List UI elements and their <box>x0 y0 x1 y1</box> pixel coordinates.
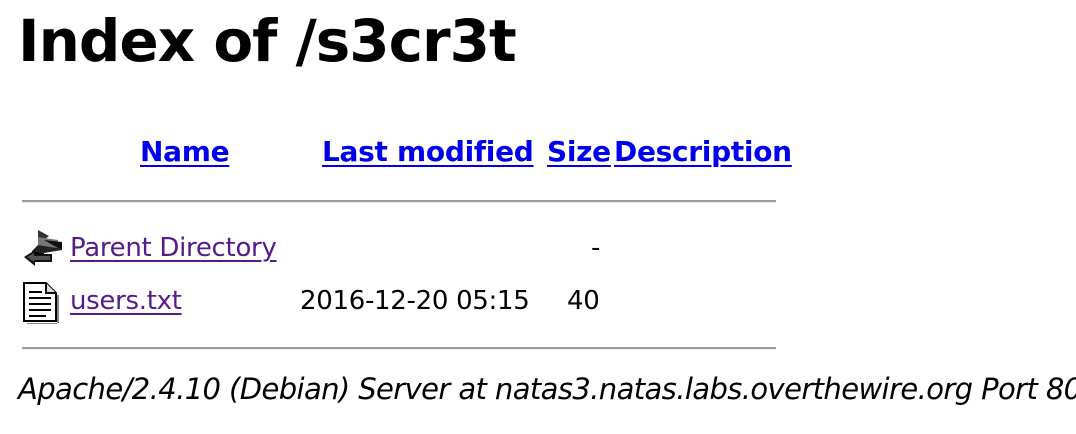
sort-by-description-link[interactable]: Description <box>614 134 792 170</box>
file-size: - <box>591 233 601 263</box>
sort-by-size-link[interactable]: Size <box>547 134 611 170</box>
server-signature: Apache/2.4.10 (Debian) Server at natas3.… <box>18 372 1076 406</box>
footer-divider <box>22 347 776 350</box>
parent-directory-link[interactable]: Parent Directory <box>70 231 277 265</box>
file-link-users-txt[interactable]: users.txt <box>70 284 182 318</box>
last-modified-date: 2016-12-20 05:15 <box>300 286 530 316</box>
header-divider <box>22 200 776 203</box>
file-size: 40 <box>567 286 600 316</box>
back-arrow-icon <box>22 226 66 270</box>
sort-by-last-modified-link[interactable]: Last modified <box>322 134 534 170</box>
sort-by-name-link[interactable]: Name <box>140 134 230 170</box>
text-file-icon <box>20 280 64 325</box>
page-title: Index of /s3cr3t <box>18 7 517 75</box>
